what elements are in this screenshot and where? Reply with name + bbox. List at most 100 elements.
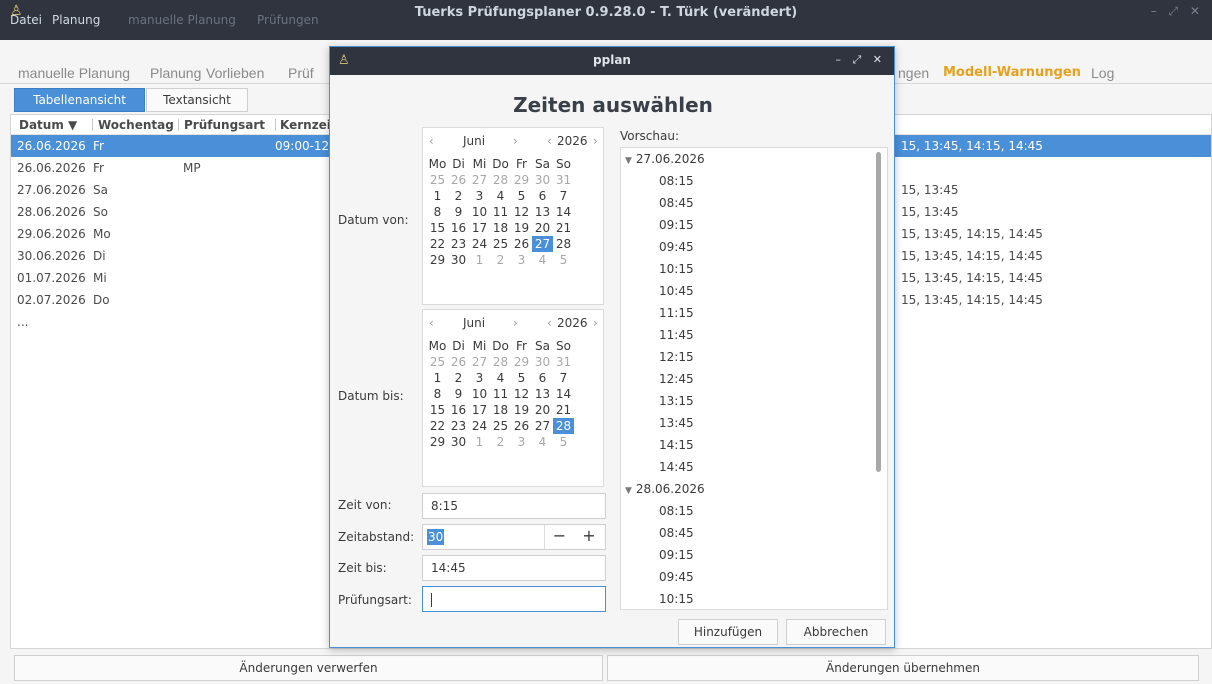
calendar-day[interactable]: 23 xyxy=(448,418,469,434)
tab-manuelle-planung[interactable]: manuelle Planung xyxy=(18,65,130,81)
calendar-day[interactable]: 4 xyxy=(532,252,553,268)
calendar-day[interactable]: 24 xyxy=(469,236,490,252)
pruefungsart-input[interactable] xyxy=(422,586,606,612)
increment-button[interactable]: + xyxy=(574,525,604,549)
calendar-day[interactable]: 25 xyxy=(427,354,448,370)
calendar-day[interactable]: 25 xyxy=(490,418,511,434)
calendar-day[interactable]: 23 xyxy=(448,236,469,252)
next-month-icon[interactable]: › xyxy=(513,316,518,330)
tab-vorlieben[interactable]: Vorlieben xyxy=(206,65,264,81)
calendar-day[interactable]: 12 xyxy=(511,204,532,220)
calendar-day[interactable]: 17 xyxy=(469,402,490,418)
calendar-day[interactable]: 28 xyxy=(553,236,574,252)
prev-month-icon[interactable]: ‹ xyxy=(429,316,434,330)
preview-time[interactable]: 13:15 xyxy=(659,394,694,408)
preview-scrollbar[interactable] xyxy=(876,152,881,472)
tab-partial[interactable]: ngen xyxy=(898,65,929,81)
calendar-day[interactable]: 2 xyxy=(490,434,511,450)
add-button[interactable]: Hinzufügen xyxy=(678,619,778,645)
calendar-day[interactable]: 2 xyxy=(490,252,511,268)
calendar-day[interactable]: 26 xyxy=(511,418,532,434)
calendar-day[interactable]: 1 xyxy=(469,434,490,450)
calendar-day[interactable]: 30 xyxy=(448,434,469,450)
calendar-day[interactable]: 4 xyxy=(490,188,511,204)
preview-time[interactable]: 10:15 xyxy=(659,262,694,276)
calendar-day-selected[interactable]: 27 xyxy=(532,236,553,252)
calendar-day[interactable]: 4 xyxy=(490,370,511,386)
calendar-day[interactable]: 26 xyxy=(511,236,532,252)
calendar-day[interactable]: 16 xyxy=(448,402,469,418)
calendar-day[interactable]: 20 xyxy=(532,220,553,236)
preview-time[interactable]: 08:15 xyxy=(659,504,694,518)
calendar-day[interactable]: 24 xyxy=(469,418,490,434)
calendar-day[interactable]: 10 xyxy=(469,204,490,220)
preview-time[interactable]: 08:15 xyxy=(659,174,694,188)
col-kernzeit[interactable]: Kernzei xyxy=(280,118,331,132)
apply-changes-button[interactable]: Änderungen übernehmen xyxy=(607,655,1199,681)
menu-pruefungen[interactable]: Prüfungen xyxy=(257,13,319,27)
calendar-day[interactable]: 29 xyxy=(427,434,448,450)
calendar-day[interactable]: 21 xyxy=(553,220,574,236)
calendar-day[interactable]: 19 xyxy=(511,220,532,236)
calendar-day[interactable]: 29 xyxy=(511,354,532,370)
calendar-day[interactable]: 29 xyxy=(427,252,448,268)
calendar-day[interactable]: 15 xyxy=(427,402,448,418)
calendar-day[interactable]: 11 xyxy=(490,204,511,220)
calendar-day[interactable]: 13 xyxy=(532,204,553,220)
calendar-day[interactable]: 25 xyxy=(427,172,448,188)
prev-year-icon[interactable]: ‹ xyxy=(547,316,552,330)
calendar-day-selected[interactable]: 28 xyxy=(553,418,574,434)
dialog-window-controls[interactable]: – ⤢ ✕ xyxy=(835,53,886,67)
calendar-day[interactable]: 21 xyxy=(553,402,574,418)
calendar-day[interactable]: 20 xyxy=(532,402,553,418)
calendar-day[interactable]: 4 xyxy=(532,434,553,450)
menu-manuelle-planung[interactable]: manuelle Planung xyxy=(128,13,236,27)
calendar-day[interactable]: 1 xyxy=(469,252,490,268)
calendar-day[interactable]: 22 xyxy=(427,418,448,434)
preview-time[interactable]: 11:45 xyxy=(659,328,694,342)
calendar-day[interactable]: 14 xyxy=(553,386,574,402)
calendar-day[interactable]: 30 xyxy=(532,354,553,370)
preview-date-group[interactable]: ▼ 27.06.2026 xyxy=(625,152,705,166)
calendar-day[interactable]: 27 xyxy=(469,172,490,188)
calendar-day[interactable]: 1 xyxy=(427,370,448,386)
zeit-von-input[interactable]: 8:15 xyxy=(422,493,606,519)
tab-modell-warnungen[interactable]: Modell-Warnungen xyxy=(943,65,1081,80)
calendar-day[interactable]: 29 xyxy=(511,172,532,188)
calendar-day[interactable]: 5 xyxy=(511,188,532,204)
preview-time[interactable]: 12:45 xyxy=(659,372,694,386)
calendar-day[interactable]: 5 xyxy=(553,434,574,450)
preview-time[interactable]: 08:45 xyxy=(659,196,694,210)
calendar-day[interactable]: 27 xyxy=(469,354,490,370)
calendar-day[interactable]: 3 xyxy=(469,188,490,204)
calendar-day[interactable]: 17 xyxy=(469,220,490,236)
zeitabstand-value[interactable]: 30 xyxy=(427,529,445,545)
calendar-day[interactable]: 3 xyxy=(511,252,532,268)
calendar-day[interactable]: 15 xyxy=(427,220,448,236)
calendar-day[interactable]: 22 xyxy=(427,236,448,252)
calendar-day[interactable]: 8 xyxy=(427,204,448,220)
calendar-day[interactable]: 16 xyxy=(448,220,469,236)
expand-triangle-icon[interactable]: ▼ xyxy=(625,486,632,496)
calendar-day[interactable]: 1 xyxy=(427,188,448,204)
calendar-day[interactable]: 3 xyxy=(469,370,490,386)
col-wochentag[interactable]: Wochentag xyxy=(98,118,174,132)
discard-changes-button[interactable]: Änderungen verwerfen xyxy=(14,655,603,681)
calendar-day[interactable]: 12 xyxy=(511,386,532,402)
preview-time[interactable]: 10:45 xyxy=(659,284,694,298)
preview-time[interactable]: 09:15 xyxy=(659,548,694,562)
calendar-day[interactable]: 19 xyxy=(511,402,532,418)
calendar-day[interactable]: 28 xyxy=(490,172,511,188)
next-month-icon[interactable]: › xyxy=(513,134,518,148)
calendar-day[interactable]: 7 xyxy=(553,370,574,386)
calendar-day[interactable]: 9 xyxy=(448,386,469,402)
calendar-day[interactable]: 11 xyxy=(490,386,511,402)
tab-planung[interactable]: Planung xyxy=(150,65,201,81)
calendar-day[interactable]: 5 xyxy=(553,252,574,268)
calendar-day[interactable]: 26 xyxy=(448,354,469,370)
preview-time[interactable]: 13:45 xyxy=(659,416,694,430)
calendar-day[interactable]: 6 xyxy=(532,370,553,386)
calendar-day[interactable]: 30 xyxy=(532,172,553,188)
next-year-icon[interactable]: › xyxy=(593,134,598,148)
col-pruefungsart[interactable]: Prüfungsart xyxy=(184,118,265,132)
